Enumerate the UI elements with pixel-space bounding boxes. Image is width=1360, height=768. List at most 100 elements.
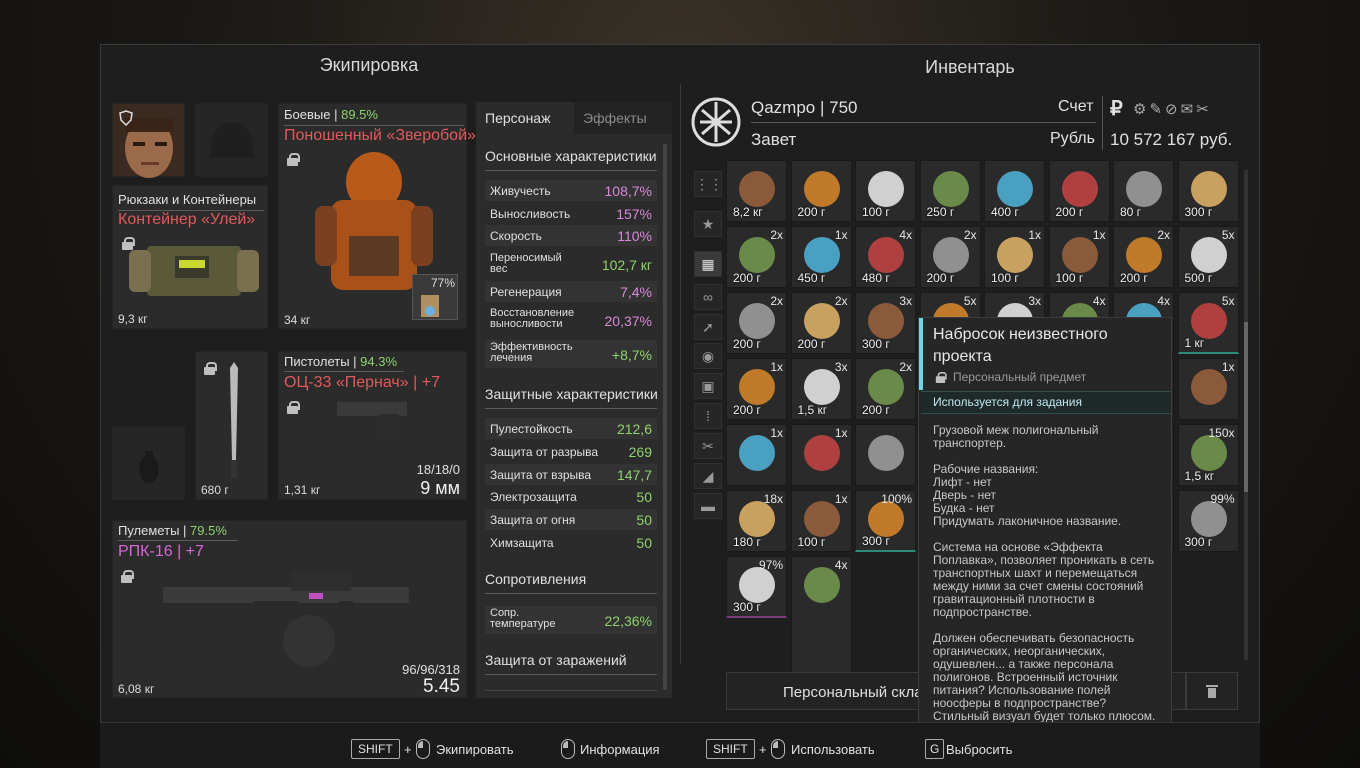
pistol-name: ОЦ-33 «Пернач» | +7 <box>284 374 440 391</box>
inventory-item[interactable]: 1x 100 г <box>790 490 852 552</box>
filter-weapon-icon[interactable]: ➚ <box>694 314 722 340</box>
stats-scrollbar[interactable] <box>663 144 667 690</box>
inventory-item[interactable]: 3x 300 г <box>855 292 916 354</box>
inventory-item[interactable]: 5x 1 кг <box>1177 292 1239 354</box>
inventory-item[interactable]: 300 г <box>1177 160 1239 222</box>
mg-category: Пулеметы | 79.5% <box>118 523 227 538</box>
filter-box-icon[interactable]: ▬ <box>694 493 722 519</box>
inventory-item[interactable]: 2x 200 г <box>1113 226 1174 288</box>
helmet-slot[interactable] <box>195 103 268 177</box>
inventory-item[interactable]: 150x 1,5 кг <box>1177 424 1239 486</box>
stat-row: Эффективность лечения +8,7% <box>485 340 657 368</box>
armor-container-slot[interactable]: 77% <box>412 274 458 320</box>
filter-medical-icon[interactable]: ▣ <box>694 373 722 399</box>
inventory-item[interactable]: 80 г <box>1113 160 1174 222</box>
grenade-slot[interactable] <box>112 426 185 500</box>
knife-icon <box>230 362 238 478</box>
item-icon <box>803 501 840 537</box>
armor-slot[interactable]: Боевые | 89.5% Поношенный «Зверобой» 77%… <box>278 103 476 329</box>
item-icon <box>739 435 775 471</box>
hint-bar <box>100 722 1260 768</box>
trash-button[interactable] <box>1186 672 1238 710</box>
currency-icons[interactable]: ⚙✎⊘✉✂ <box>1133 100 1212 118</box>
inventory-item[interactable]: 99% 300 г <box>1177 490 1239 552</box>
pistol-ammo: 18/18/0 <box>416 462 460 477</box>
pistol-slot[interactable]: Пистолеты | 94.3% ОЦ-33 «Пернач» | +7 18… <box>278 351 467 500</box>
inventory-item[interactable]: 97% 300 г <box>726 556 787 618</box>
plus-sign: + <box>404 742 412 757</box>
item-quantity: 3x <box>899 294 912 308</box>
item-icon <box>1190 435 1227 471</box>
inventory-item[interactable]: 1x 100 г <box>1048 226 1110 288</box>
balance: 10 572 167 руб. <box>1110 130 1233 149</box>
item-quantity: 1x <box>770 426 783 440</box>
inventory-item[interactable]: 8,2 кг <box>726 160 787 222</box>
filter-link-icon[interactable]: ∞ <box>694 284 722 310</box>
inventory-item[interactable]: 4x 480 г <box>855 226 916 288</box>
inventory-item[interactable]: 100% 300 г <box>855 490 916 552</box>
filter-star-icon[interactable]: ★ <box>694 211 722 237</box>
item-weight: 200 г <box>733 271 761 285</box>
inventory-item[interactable]: 250 г <box>919 160 981 222</box>
inventory-item[interactable]: 1x <box>726 424 787 486</box>
item-icon <box>739 237 775 273</box>
filter-ammo-icon[interactable]: ⁞ <box>694 403 722 429</box>
stat-row: Восстановление выносливости 20,37% <box>485 306 657 334</box>
filter-grid-icon[interactable]: ▦ <box>694 251 722 277</box>
inventory-item[interactable]: 2x 200 г <box>790 292 852 354</box>
inventory-item[interactable]: 2x 200 г <box>919 226 981 288</box>
stat-row: Химзащита 50 <box>485 532 657 553</box>
item-weight: 200 г <box>797 337 826 351</box>
stat-row: Скорость 110% <box>485 225 657 246</box>
tab-character[interactable]: Персонаж <box>476 102 574 134</box>
inventory-item[interactable]: 1x <box>1177 358 1239 420</box>
item-weight: 500 г <box>1184 271 1213 285</box>
item-quantity: 150x <box>1208 426 1235 440</box>
item-icon <box>1190 303 1227 339</box>
item-weight: 200 г <box>797 205 826 219</box>
inventory-item[interactable]: 400 г <box>984 160 1045 222</box>
mg-caliber: 5.45 <box>423 676 460 697</box>
inventory-item[interactable]: 5x 500 г <box>1177 226 1239 288</box>
primary-weapon-slot[interactable]: Пулеметы | 79.5% РПК-16 | +7 96/96/318 5… <box>112 520 467 698</box>
inventory-item[interactable]: 2x 200 г <box>726 292 787 354</box>
stat-row: Пулестойкость 212,6 <box>485 418 657 439</box>
backpack-slot[interactable]: Рюкзаки и Контейнеры Контейнер «Улей» 9,… <box>112 185 268 329</box>
item-icon <box>803 435 840 471</box>
inventory-item[interactable]: 2x 200 г <box>726 226 787 288</box>
melee-weight: 680 г <box>201 483 229 497</box>
protect-stats-heading: Защитные характеристики <box>485 386 658 402</box>
stash-label: Персональный склад <box>783 684 932 701</box>
filter-all-icon[interactable]: ⋮⋮ <box>694 171 723 197</box>
item-weight: 200 г <box>1120 271 1148 285</box>
filter-tools-icon[interactable]: ✂ <box>694 433 722 459</box>
inventory-item[interactable]: 100 г <box>855 160 916 222</box>
character-portrait[interactable] <box>112 103 185 178</box>
inventory-item[interactable]: 1x 200 г <box>726 358 787 420</box>
item-icon <box>868 501 904 537</box>
inventory-item[interactable]: 200 г <box>1048 160 1110 222</box>
filter-armor-icon[interactable]: ◉ <box>694 343 722 369</box>
inventory-item[interactable]: 1x 100 г <box>984 226 1045 288</box>
tooltip-desc-1: Грузовой меж полигональный транспортер. <box>933 423 1099 450</box>
inventory-item[interactable]: 4x <box>790 556 852 684</box>
filter-misc-icon[interactable]: ◢ <box>694 463 722 489</box>
stat-row: Живучесть 108,7% <box>485 180 657 201</box>
inventory-item[interactable]: 3x 1,5 кг <box>790 358 852 420</box>
item-icon <box>932 171 969 207</box>
item-icon <box>997 237 1033 273</box>
tab-effects[interactable]: Эффекты <box>574 102 672 134</box>
item-icon <box>997 171 1033 207</box>
inventory-item[interactable]: 18x 180 г <box>726 490 787 552</box>
item-weight: 80 г <box>1120 205 1142 219</box>
inventory-item[interactable]: 200 г <box>790 160 852 222</box>
melee-slot[interactable]: 680 г <box>195 351 268 500</box>
inventory-scrollbar[interactable] <box>1244 322 1248 492</box>
item-icon <box>739 303 775 339</box>
inventory-item[interactable]: 1x <box>790 424 852 486</box>
inventory-item[interactable] <box>855 424 916 486</box>
inventory-item[interactable]: 1x 450 г <box>790 226 852 288</box>
item-quantity: 2x <box>963 228 977 242</box>
inventory-item[interactable]: 2x 200 г <box>855 358 916 420</box>
panel-divider <box>680 84 681 664</box>
